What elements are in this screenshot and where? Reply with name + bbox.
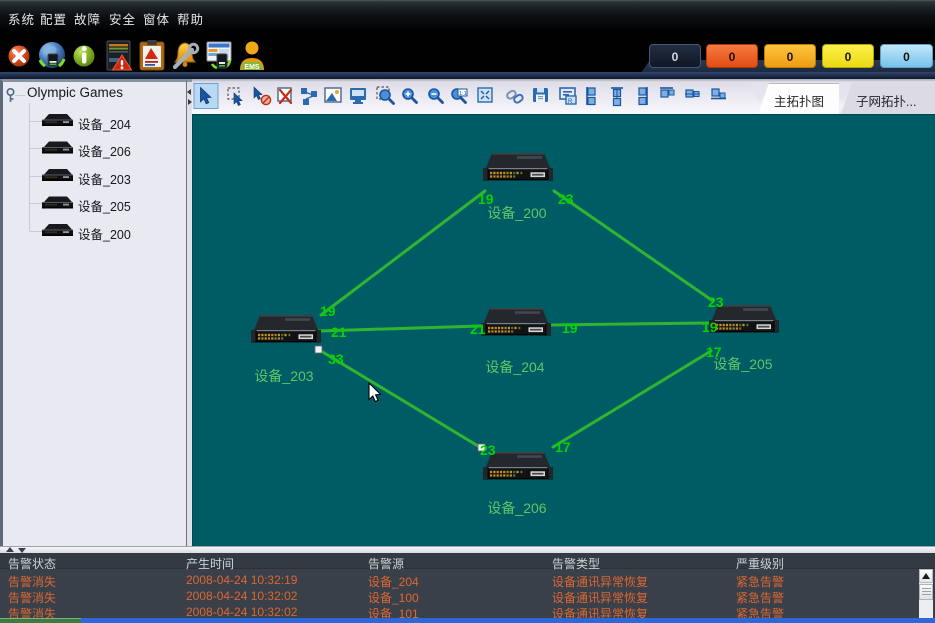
svg-text:设备_200: 设备_200 xyxy=(487,205,546,221)
svg-text:21: 21 xyxy=(470,321,486,337)
svg-text:设备_205: 设备_205 xyxy=(713,356,772,372)
svg-text:23: 23 xyxy=(708,294,724,310)
svg-text:1:1: 1:1 xyxy=(459,91,467,97)
svg-text:设备_206: 设备_206 xyxy=(487,500,546,516)
svg-text:EMS: EMS xyxy=(244,64,260,71)
svg-text:33: 33 xyxy=(328,351,344,367)
svg-text:17: 17 xyxy=(555,439,571,455)
svg-text:设备_203: 设备_203 xyxy=(254,368,313,384)
svg-text:设备_204: 设备_204 xyxy=(485,359,544,375)
svg-text:23: 23 xyxy=(558,191,574,207)
svg-text:19: 19 xyxy=(562,320,578,336)
svg-text:19: 19 xyxy=(320,303,336,319)
svg-text:R: R xyxy=(568,99,573,105)
svg-text:19: 19 xyxy=(702,319,718,335)
svg-text:21: 21 xyxy=(331,324,347,340)
svg-text:23: 23 xyxy=(480,442,496,458)
